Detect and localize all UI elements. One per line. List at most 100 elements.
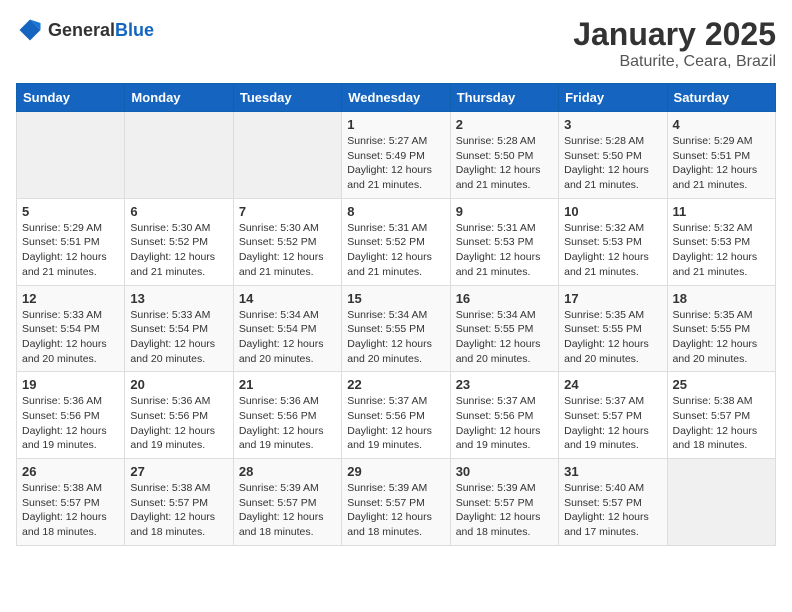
calendar-cell: 27 Sunrise: 5:38 AM Sunset: 5:57 PM Dayli…	[125, 459, 233, 546]
day-number: 6	[130, 204, 227, 219]
calendar-cell: 25 Sunrise: 5:38 AM Sunset: 5:57 PM Dayli…	[667, 372, 775, 459]
day-number: 26	[22, 464, 119, 479]
day-number: 9	[456, 204, 553, 219]
day-info: Sunrise: 5:35 AM Sunset: 5:55 PM Dayligh…	[564, 308, 661, 367]
calendar-cell: 22Sunrise: 5:37 AM Sunset: 5:56 PM Dayli…	[342, 372, 450, 459]
calendar-week-2: 5 Sunrise: 5:29 AM Sunset: 5:51 PM Daylig…	[17, 198, 776, 285]
day-number: 11	[673, 204, 770, 219]
weekday-header-monday: Monday	[125, 84, 233, 112]
calendar-cell: 3Sunrise: 5:28 AM Sunset: 5:50 PM Daylig…	[559, 112, 667, 199]
day-number: 29	[347, 464, 444, 479]
calendar-week-5: 26 Sunrise: 5:38 AM Sunset: 5:57 PM Dayli…	[17, 459, 776, 546]
day-number: 15	[347, 291, 444, 306]
calendar-cell: 30 Sunrise: 5:39 AM Sunset: 5:57 PM Dayli…	[450, 459, 558, 546]
day-info: Sunrise: 5:32 AM Sunset: 5:53 PM Dayligh…	[564, 221, 661, 280]
calendar-cell: 1 Sunrise: 5:27 AM Sunset: 5:49 PM Daylig…	[342, 112, 450, 199]
day-info: Sunrise: 5:29 AM Sunset: 5:51 PM Dayligh…	[22, 221, 119, 280]
calendar-location: Baturite, Ceara, Brazil	[573, 53, 776, 71]
day-info: Sunrise: 5:28 AM Sunset: 5:50 PM Dayligh…	[564, 134, 661, 193]
day-info: Sunrise: 5:34 AM Sunset: 5:55 PM Dayligh…	[347, 308, 444, 367]
calendar-cell: 19 Sunrise: 5:36 AM Sunset: 5:56 PM Dayli…	[17, 372, 125, 459]
day-info: Sunrise: 5:28 AM Sunset: 5:50 PM Dayligh…	[456, 134, 553, 193]
day-number: 18	[673, 291, 770, 306]
day-number: 25	[673, 377, 770, 392]
day-info: Sunrise: 5:31 AM Sunset: 5:52 PM Dayligh…	[347, 221, 444, 280]
day-info: Sunrise: 5:34 AM Sunset: 5:55 PM Dayligh…	[456, 308, 553, 367]
calendar-title: January 2025	[573, 16, 776, 53]
calendar-cell	[233, 112, 341, 199]
calendar-cell: 7 Sunrise: 5:30 AM Sunset: 5:52 PM Daylig…	[233, 198, 341, 285]
day-info: Sunrise: 5:31 AM Sunset: 5:53 PM Dayligh…	[456, 221, 553, 280]
calendar-cell: 2 Sunrise: 5:28 AM Sunset: 5:50 PM Daylig…	[450, 112, 558, 199]
day-info: Sunrise: 5:38 AM Sunset: 5:57 PM Dayligh…	[130, 481, 227, 540]
day-number: 5	[22, 204, 119, 219]
day-info: Sunrise: 5:39 AM Sunset: 5:57 PM Dayligh…	[239, 481, 336, 540]
day-number: 30	[456, 464, 553, 479]
logo-icon	[16, 16, 44, 44]
calendar-cell: 29 Sunrise: 5:39 AM Sunset: 5:57 PM Dayli…	[342, 459, 450, 546]
calendar-week-1: 1 Sunrise: 5:27 AM Sunset: 5:49 PM Daylig…	[17, 112, 776, 199]
calendar-header: SundayMondayTuesdayWednesdayThursdayFrid…	[17, 84, 776, 112]
day-info: Sunrise: 5:37 AM Sunset: 5:57 PM Dayligh…	[564, 394, 661, 453]
calendar-week-4: 19 Sunrise: 5:36 AM Sunset: 5:56 PM Dayli…	[17, 372, 776, 459]
calendar-cell: 20Sunrise: 5:36 AM Sunset: 5:56 PM Dayli…	[125, 372, 233, 459]
calendar-cell: 14 Sunrise: 5:34 AM Sunset: 5:54 PM Dayli…	[233, 285, 341, 372]
day-number: 23	[456, 377, 553, 392]
calendar-cell: 15 Sunrise: 5:34 AM Sunset: 5:55 PM Dayli…	[342, 285, 450, 372]
calendar-cell: 4Sunrise: 5:29 AM Sunset: 5:51 PM Daylig…	[667, 112, 775, 199]
day-info: Sunrise: 5:35 AM Sunset: 5:55 PM Dayligh…	[673, 308, 770, 367]
day-info: Sunrise: 5:36 AM Sunset: 5:56 PM Dayligh…	[130, 394, 227, 453]
day-number: 2	[456, 117, 553, 132]
logo-general-text: General	[48, 20, 115, 40]
day-info: Sunrise: 5:39 AM Sunset: 5:57 PM Dayligh…	[347, 481, 444, 540]
day-number: 21	[239, 377, 336, 392]
day-info: Sunrise: 5:37 AM Sunset: 5:56 PM Dayligh…	[347, 394, 444, 453]
calendar-cell: 26Sunrise: 5:38 AM Sunset: 5:57 PM Dayli…	[17, 459, 125, 546]
day-number: 28	[239, 464, 336, 479]
weekday-header-wednesday: Wednesday	[342, 84, 450, 112]
weekday-header-tuesday: Tuesday	[233, 84, 341, 112]
day-info: Sunrise: 5:38 AM Sunset: 5:57 PM Dayligh…	[673, 394, 770, 453]
day-info: Sunrise: 5:37 AM Sunset: 5:56 PM Dayligh…	[456, 394, 553, 453]
day-number: 12	[22, 291, 119, 306]
calendar-cell: 12 Sunrise: 5:33 AM Sunset: 5:54 PM Dayli…	[17, 285, 125, 372]
calendar-cell: 9 Sunrise: 5:31 AM Sunset: 5:53 PM Daylig…	[450, 198, 558, 285]
weekday-header-friday: Friday	[559, 84, 667, 112]
calendar-cell: 8Sunrise: 5:31 AM Sunset: 5:52 PM Daylig…	[342, 198, 450, 285]
day-number: 10	[564, 204, 661, 219]
calendar-cell: 17 Sunrise: 5:35 AM Sunset: 5:55 PM Dayli…	[559, 285, 667, 372]
day-number: 27	[130, 464, 227, 479]
day-info: Sunrise: 5:33 AM Sunset: 5:54 PM Dayligh…	[22, 308, 119, 367]
logo-blue-text: Blue	[115, 20, 154, 40]
calendar-cell	[667, 459, 775, 546]
calendar-cell: 16Sunrise: 5:34 AM Sunset: 5:55 PM Dayli…	[450, 285, 558, 372]
day-info: Sunrise: 5:32 AM Sunset: 5:53 PM Dayligh…	[673, 221, 770, 280]
day-info: Sunrise: 5:30 AM Sunset: 5:52 PM Dayligh…	[239, 221, 336, 280]
day-info: Sunrise: 5:33 AM Sunset: 5:54 PM Dayligh…	[130, 308, 227, 367]
page-header: GeneralBlue January 2025 Baturite, Ceara…	[16, 16, 776, 71]
calendar-cell: 31Sunrise: 5:40 AM Sunset: 5:57 PM Dayli…	[559, 459, 667, 546]
calendar-cell: 11 Sunrise: 5:32 AM Sunset: 5:53 PM Dayli…	[667, 198, 775, 285]
day-info: Sunrise: 5:36 AM Sunset: 5:56 PM Dayligh…	[22, 394, 119, 453]
calendar-table: SundayMondayTuesdayWednesdayThursdayFrid…	[16, 83, 776, 546]
calendar-cell: 10 Sunrise: 5:32 AM Sunset: 5:53 PM Dayli…	[559, 198, 667, 285]
day-number: 14	[239, 291, 336, 306]
calendar-cell: 18 Sunrise: 5:35 AM Sunset: 5:55 PM Dayli…	[667, 285, 775, 372]
day-number: 19	[22, 377, 119, 392]
day-info: Sunrise: 5:27 AM Sunset: 5:49 PM Dayligh…	[347, 134, 444, 193]
day-info: Sunrise: 5:36 AM Sunset: 5:56 PM Dayligh…	[239, 394, 336, 453]
weekday-header-row: SundayMondayTuesdayWednesdayThursdayFrid…	[17, 84, 776, 112]
day-info: Sunrise: 5:34 AM Sunset: 5:54 PM Dayligh…	[239, 308, 336, 367]
day-info: Sunrise: 5:30 AM Sunset: 5:52 PM Dayligh…	[130, 221, 227, 280]
calendar-cell	[125, 112, 233, 199]
weekday-header-saturday: Saturday	[667, 84, 775, 112]
day-number: 17	[564, 291, 661, 306]
day-info: Sunrise: 5:29 AM Sunset: 5:51 PM Dayligh…	[673, 134, 770, 193]
day-info: Sunrise: 5:39 AM Sunset: 5:57 PM Dayligh…	[456, 481, 553, 540]
day-number: 1	[347, 117, 444, 132]
calendar-cell: 28 Sunrise: 5:39 AM Sunset: 5:57 PM Dayli…	[233, 459, 341, 546]
day-number: 7	[239, 204, 336, 219]
day-number: 31	[564, 464, 661, 479]
calendar-cell: 13Sunrise: 5:33 AM Sunset: 5:54 PM Dayli…	[125, 285, 233, 372]
calendar-cell: 6 Sunrise: 5:30 AM Sunset: 5:52 PM Daylig…	[125, 198, 233, 285]
